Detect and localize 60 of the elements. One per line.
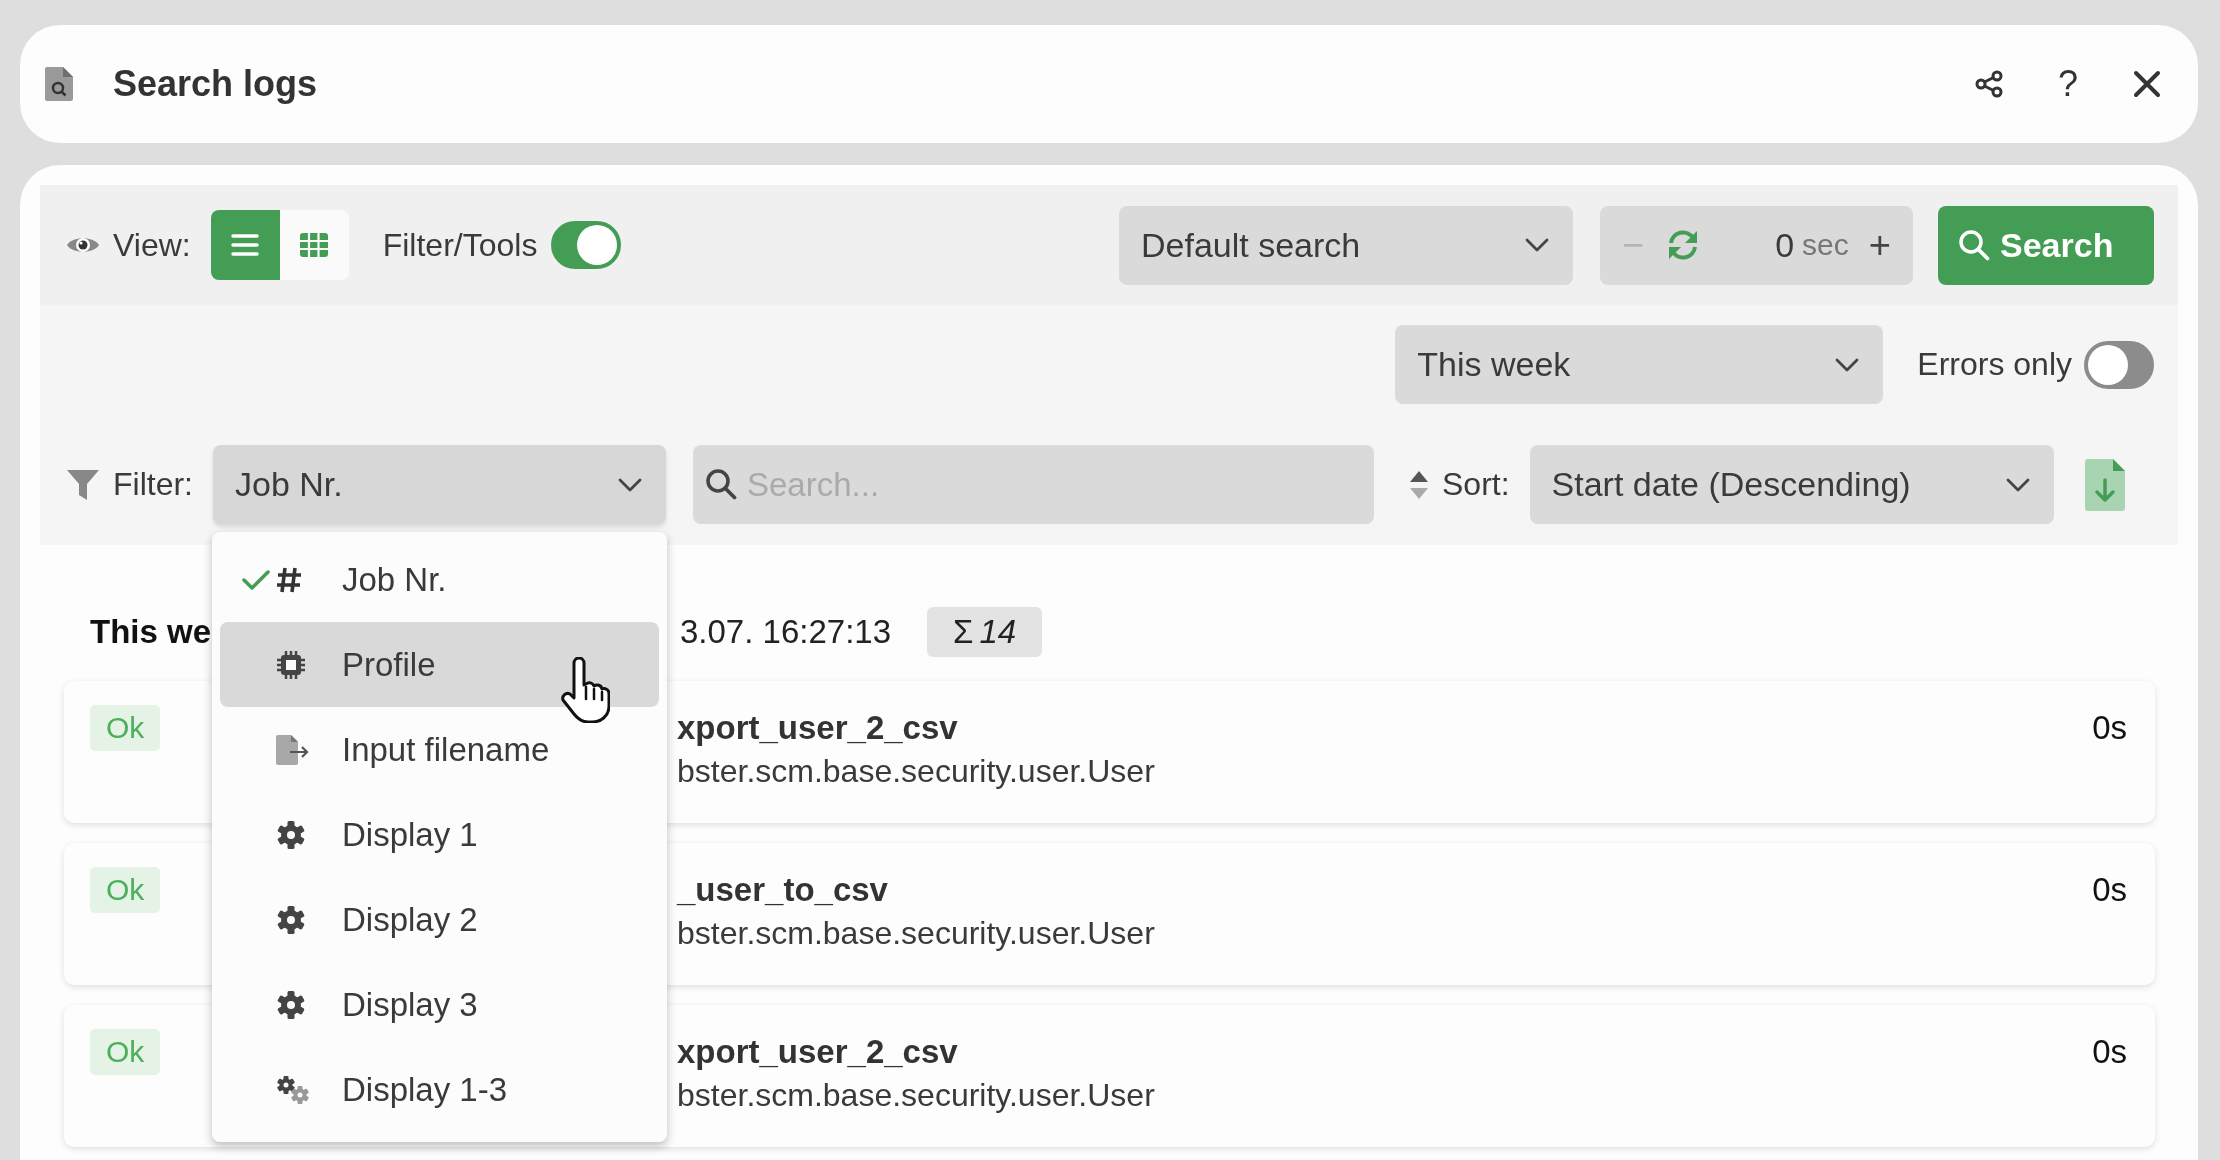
sort-label: Sort: — [1442, 466, 1510, 503]
chevron-down-icon — [1835, 357, 1860, 372]
gear-icon — [276, 904, 306, 935]
filter-tools-label: Filter/Tools — [382, 226, 538, 264]
window-title: Search logs — [113, 63, 318, 105]
hand-cursor-icon — [560, 657, 610, 723]
document-search-icon — [45, 67, 73, 101]
plus-button[interactable]: + — [1868, 223, 1891, 267]
results-time: 3.07. 16:27:13 — [680, 613, 892, 651]
errors-only-label: Errors only — [1917, 346, 2072, 383]
gears-icon — [276, 1074, 310, 1105]
period-dropdown[interactable]: This week — [1395, 325, 1884, 404]
results-heading: This we — [90, 613, 213, 651]
gear-icon — [276, 819, 306, 850]
duration: 0s — [2092, 709, 2127, 748]
saved-search-dropdown[interactable]: Default search — [1119, 205, 1573, 285]
interval-unit: sec — [1802, 228, 1849, 262]
list-view-button[interactable] — [210, 210, 280, 280]
menu-item[interactable]: Input filename — [220, 707, 659, 792]
refresh-interval-control[interactable]: − 0 sec + — [1600, 205, 1913, 285]
chevron-down-icon — [2005, 477, 2030, 492]
menu-item[interactable]: Display 1-3 — [220, 1047, 659, 1132]
grid-icon — [299, 232, 330, 258]
menu-item[interactable]: Display 2 — [220, 877, 659, 962]
job-class: bster.scm.base.security.user.User — [677, 1077, 1156, 1114]
sort-icon — [1409, 469, 1429, 500]
result-count-badge: Σ 14 — [927, 607, 1043, 657]
filter-field-dropdown[interactable]: Job Nr. — [213, 445, 666, 524]
job-name: xport_user_2_csv — [677, 1033, 959, 1071]
check-icon — [242, 568, 270, 591]
download-file-icon[interactable] — [2084, 458, 2125, 511]
close-icon — [2132, 69, 2162, 99]
file-arrow-icon — [276, 734, 310, 765]
status-tag: Ok — [90, 705, 161, 751]
chip-icon — [276, 649, 306, 680]
status-tag: Ok — [90, 1029, 161, 1075]
help-button[interactable]: ? — [2049, 66, 2086, 102]
hash-icon — [276, 565, 302, 594]
gear-icon — [276, 989, 306, 1020]
job-name: _user_to_csv — [677, 871, 889, 909]
filter-icon — [66, 468, 100, 501]
errors-only-switch[interactable] — [2084, 340, 2154, 389]
duration: 0s — [2092, 1033, 2127, 1072]
job-class: bster.scm.base.security.user.User — [677, 915, 1156, 952]
status-tag: Ok — [90, 867, 161, 913]
search-icon — [1958, 229, 1990, 261]
list-icon — [231, 233, 260, 257]
menu-item[interactable]: Profile — [220, 622, 659, 707]
filter-tools-switch[interactable] — [551, 221, 622, 269]
interval-value: 0 — [1775, 225, 1795, 265]
chevron-down-icon — [1525, 238, 1549, 252]
filter-label: Filter: — [113, 466, 193, 503]
menu-item[interactable]: Job Nr. — [220, 537, 659, 622]
sort-dropdown[interactable]: Start date (Descending) — [1529, 445, 2054, 524]
chevron-down-icon — [618, 477, 642, 492]
job-class: bster.scm.base.security.user.User — [677, 753, 1156, 790]
duration: 0s — [2092, 871, 2127, 910]
job-name: xport_user_2_csv — [677, 709, 959, 747]
view-label: View: — [113, 226, 191, 264]
share-icon — [1973, 69, 2004, 99]
